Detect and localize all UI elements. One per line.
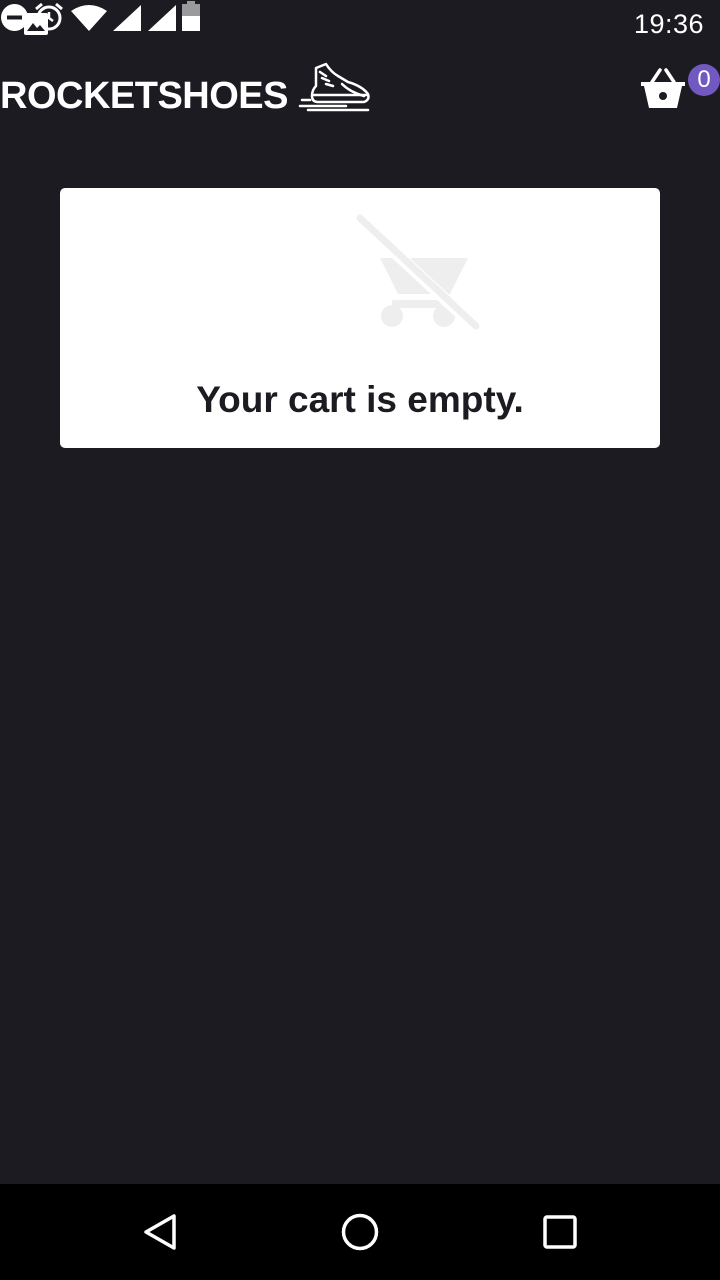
- app-screen: 19:36 ROCKETSHOES 0 Your cart is empty.: [0, 0, 720, 1280]
- signal-icon: [113, 5, 142, 31]
- status-bar: 19:36: [0, 0, 720, 48]
- cart-button[interactable]: 0: [640, 64, 720, 124]
- app-header: ROCKETSHOES 0: [0, 48, 720, 148]
- home-icon[interactable]: [340, 1212, 380, 1252]
- android-nav-bar: [0, 1184, 720, 1280]
- empty-cart-message: Your cart is empty.: [196, 379, 524, 420]
- battery-icon: [182, 1, 201, 31]
- basket-icon: [641, 68, 685, 108]
- empty-cart-card: Your cart is empty.: [60, 188, 660, 448]
- remove-shopping-cart-icon: [355, 214, 480, 330]
- back-icon[interactable]: [140, 1212, 180, 1252]
- cart-count-badge: 0: [688, 64, 720, 96]
- gallery-icon: [24, 13, 48, 35]
- signal-icon: [147, 5, 176, 31]
- recents-icon[interactable]: [540, 1212, 580, 1252]
- brand-logo-text[interactable]: ROCKETSHOES: [0, 74, 288, 118]
- wifi-icon: [70, 5, 107, 31]
- running-shoe-icon: [298, 62, 370, 112]
- status-time: 19:36: [634, 9, 705, 39]
